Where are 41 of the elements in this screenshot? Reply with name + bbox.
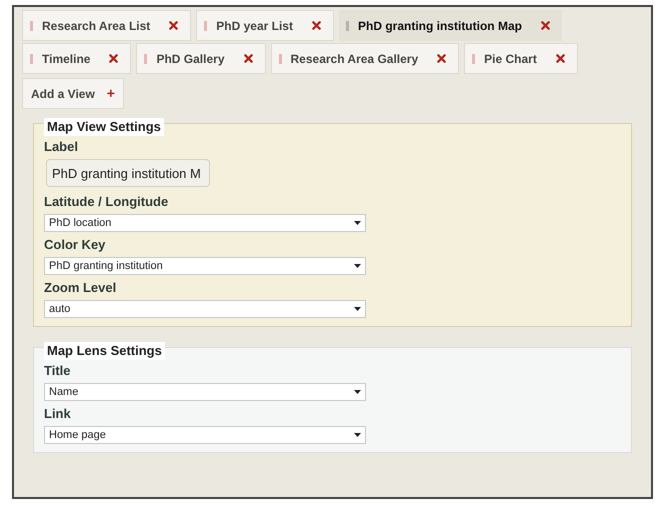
drag-handle-icon[interactable] [204,20,208,30]
field-label: Link [44,405,72,422]
close-icon[interactable] [540,21,550,30]
close-icon[interactable] [244,54,252,63]
section-title: Map View Settings [44,118,164,136]
close-icon[interactable] [312,21,321,30]
section-title: Map Lens Settings [44,342,165,360]
drag-handle-icon[interactable] [472,54,476,64]
view-tab[interactable]: Pie Chart [464,43,578,74]
field-label: Title [44,362,72,379]
caret-icon [354,307,361,311]
dropdown-field[interactable]: Name [44,383,366,401]
drag-handle-icon[interactable] [30,54,33,64]
view-tab[interactable]: Research Area List [22,10,192,41]
view-tab[interactable]: Timeline [22,43,132,74]
dropdown-field[interactable]: auto [44,300,366,318]
drag-handle-icon[interactable] [278,54,282,64]
close-icon[interactable] [169,21,178,30]
field-label: Label [44,138,79,155]
dropdown-field[interactable]: PhD location [44,214,366,232]
drag-handle-icon[interactable] [30,20,33,30]
caret-icon [354,264,361,268]
field-label: Zoom Level [44,279,118,296]
view-tab[interactable]: PhD Gallery [136,43,266,74]
add-view-button[interactable]: Add a View + [22,78,124,109]
field-label: Color Key [44,236,106,253]
close-icon[interactable] [109,54,118,63]
caret-icon [354,433,361,437]
caret-icon [354,390,361,394]
view-tab[interactable]: Research Area Gallery [270,43,460,74]
view-tab[interactable]: PhD granting institution Map [338,10,562,41]
drag-handle-icon[interactable] [144,54,148,64]
field-label: Latitude / Longitude [44,193,170,210]
caret-icon [354,221,361,225]
drag-handle-icon[interactable] [346,20,349,30]
dropdown-field[interactable]: Home page [44,426,366,444]
dropdown-field[interactable]: PhD granting institution [44,257,366,275]
close-icon[interactable] [556,54,565,63]
view-tab[interactable]: PhD year List [196,10,334,41]
close-icon[interactable] [437,54,446,63]
label-input[interactable]: PhD granting institution M [46,159,210,187]
